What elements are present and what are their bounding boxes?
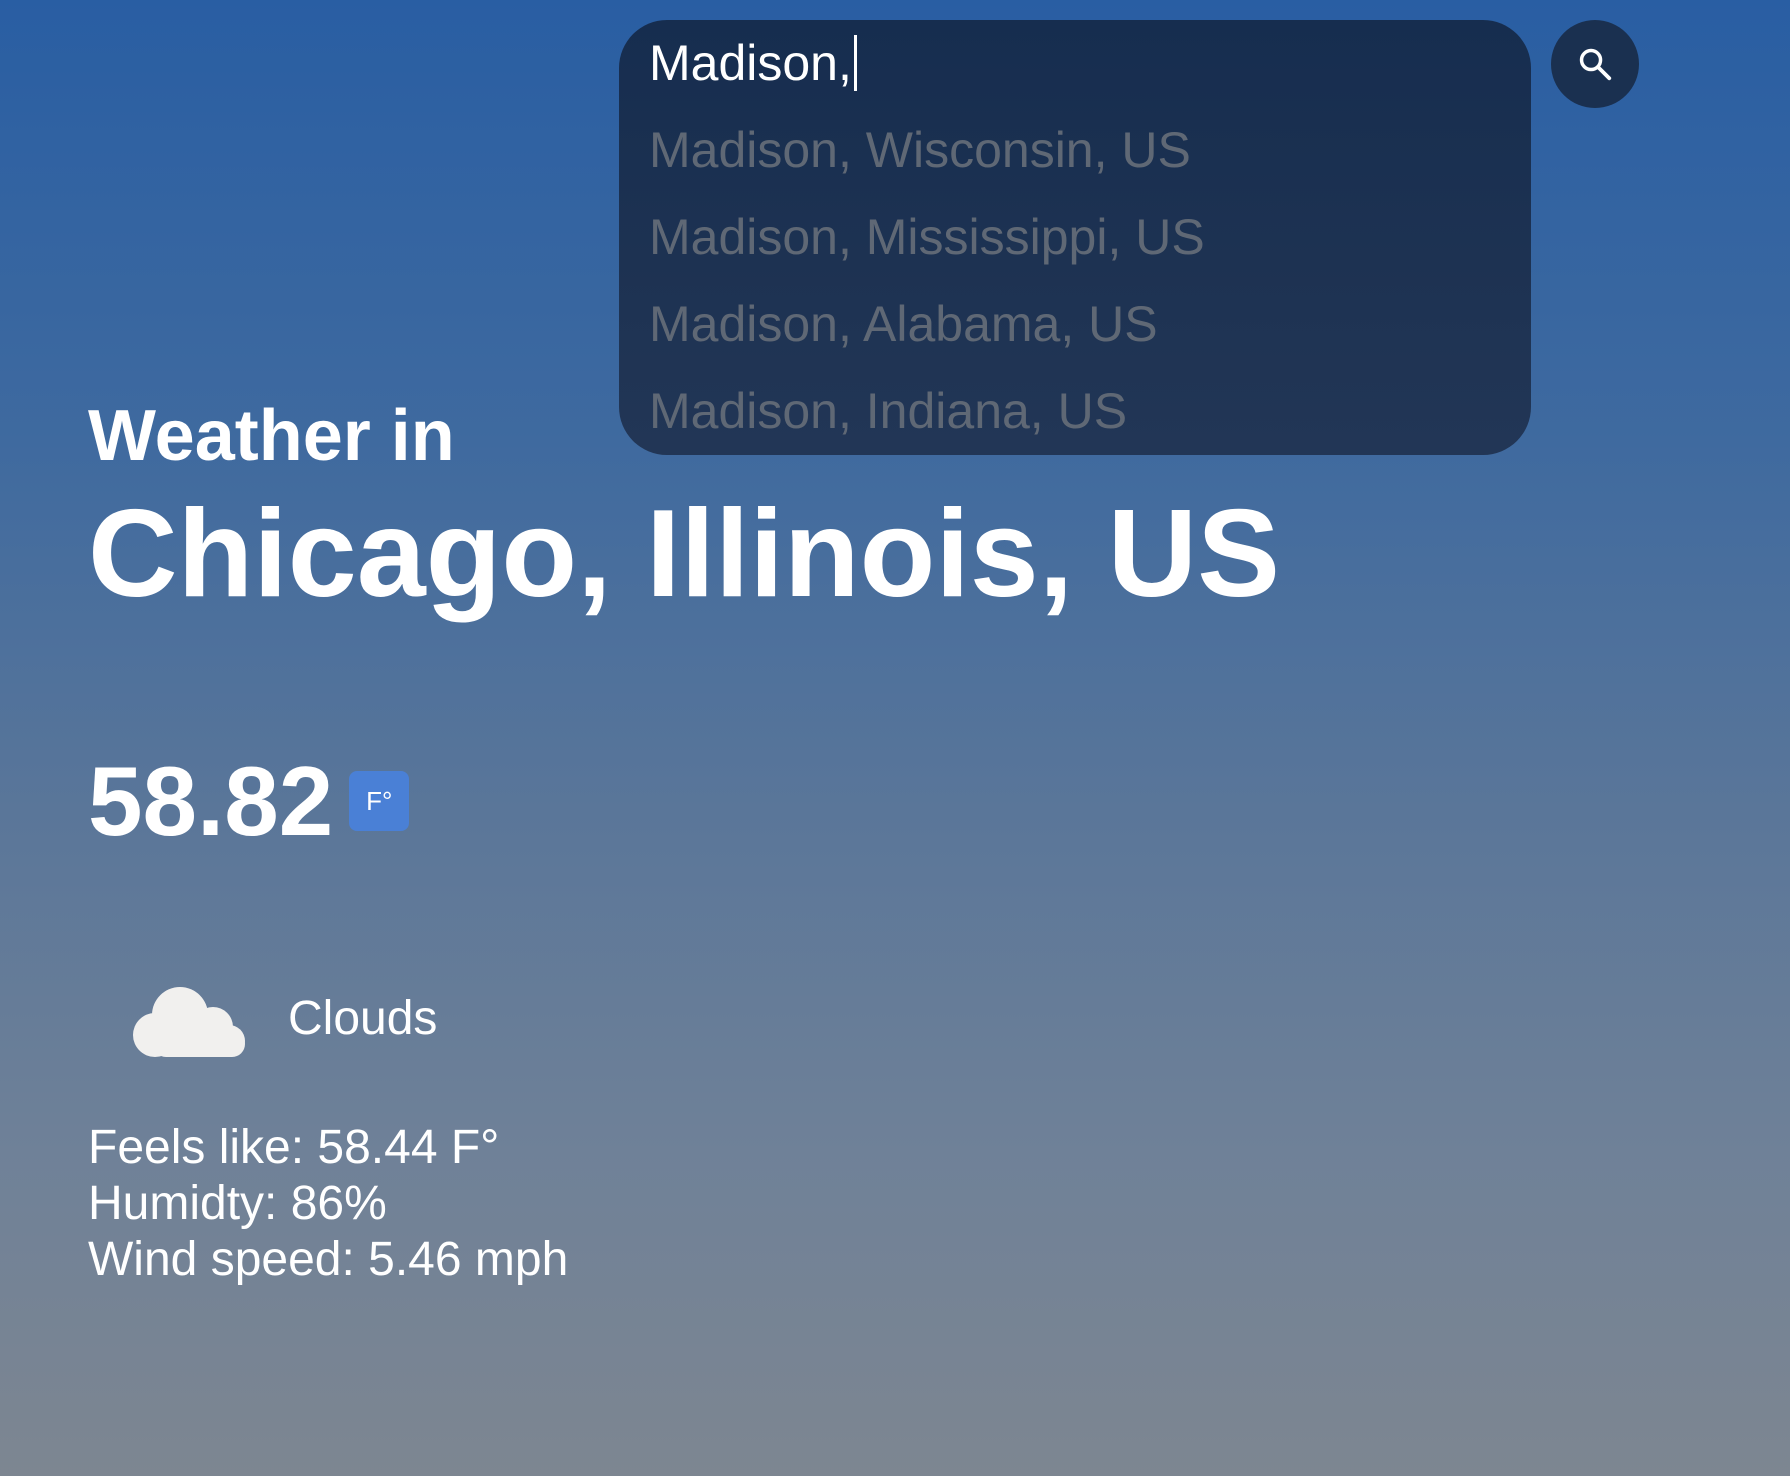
search-icon	[1579, 48, 1612, 81]
condition-row: Clouds	[125, 975, 437, 1063]
location-title: Chicago, Illinois, US	[88, 485, 1280, 623]
suggestion-item[interactable]: Madison, Indiana, US	[649, 367, 1501, 454]
suggestion-list: Madison, Wisconsin, US Madison, Mississi…	[649, 106, 1501, 454]
weather-details: Feels like: 58.44 F° Humidty: 86% Wind s…	[88, 1120, 568, 1288]
text-caret	[853, 35, 857, 91]
cloud-icon	[133, 987, 245, 1057]
search-autocomplete-panel: Madison, Madison, Wisconsin, US Madison,…	[619, 20, 1531, 455]
humidity-text: Humidty: 86%	[88, 1177, 387, 1230]
suggestion-item[interactable]: Madison, Wisconsin, US	[649, 106, 1501, 193]
search-input[interactable]: Madison,	[649, 20, 1501, 106]
suggestion-item[interactable]: Madison, Alabama, US	[649, 280, 1501, 367]
condition-label: Clouds	[288, 992, 438, 1045]
search-button[interactable]	[1551, 20, 1639, 108]
wind-speed-text: Wind speed: 5.46 mph	[88, 1233, 569, 1286]
search-input-value[interactable]: Madison,	[649, 38, 852, 88]
temperature-value: 58.82	[88, 746, 334, 856]
feels-like-text: Feels like: 58.44 F°	[88, 1121, 500, 1174]
weather-heading: Weather in	[88, 396, 455, 476]
unit-toggle-button[interactable]: F°	[349, 771, 410, 831]
suggestion-item[interactable]: Madison, Mississippi, US	[649, 193, 1501, 280]
temperature-row: 58.82 F°	[88, 746, 410, 856]
